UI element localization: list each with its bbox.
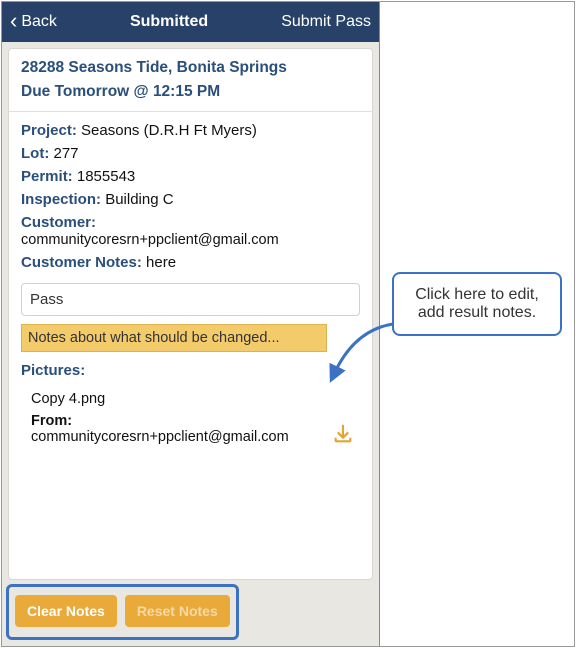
picture-item: Copy 4.png From: communitycoresrn+ppclie… xyxy=(21,385,360,447)
back-label: Back xyxy=(21,13,57,31)
picture-from-label: From: xyxy=(31,413,72,429)
inspection-label: Inspection: xyxy=(21,191,101,208)
page-title: Submitted xyxy=(130,13,208,31)
due-line: Due Tomorrow @ 12:15 PM xyxy=(21,83,360,101)
download-icon[interactable] xyxy=(332,423,354,449)
notes-buttons-group: Clear Notes Reset Notes xyxy=(6,584,239,640)
result-input[interactable] xyxy=(21,283,360,316)
permit-label: Permit: xyxy=(21,168,73,185)
chevron-left-icon: ‹ xyxy=(10,10,17,32)
picture-filename: Copy 4.png xyxy=(31,391,356,407)
customer-notes-value: here xyxy=(146,254,176,271)
picture-from-email: communitycoresrn+ppclient@gmail.com xyxy=(31,429,356,445)
customer-email: communitycoresrn+ppclient@gmail.com xyxy=(21,232,279,248)
result-notes-field[interactable]: Notes about what should be changed... xyxy=(21,324,327,352)
address-line: 28288 Seasons Tide, Bonita Springs xyxy=(21,59,360,77)
callout-line2: add result notes. xyxy=(404,304,550,322)
project-value: Seasons (D.R.H Ft Myers) xyxy=(81,122,257,139)
lot-label: Lot: xyxy=(21,145,49,162)
reset-notes-button[interactable]: Reset Notes xyxy=(125,595,230,627)
back-button[interactable]: ‹ Back xyxy=(10,12,57,32)
permit-value: 1855543 xyxy=(77,168,135,185)
clear-notes-button[interactable]: Clear Notes xyxy=(15,595,117,627)
customer-label: Customer: xyxy=(21,214,96,231)
submit-pass-button[interactable]: Submit Pass xyxy=(281,13,371,31)
inspection-value: Building C xyxy=(105,191,173,208)
project-label: Project: xyxy=(21,122,77,139)
lot-value: 277 xyxy=(54,145,79,162)
pictures-label: Pictures: xyxy=(21,362,85,379)
customer-notes-label: Customer Notes: xyxy=(21,254,142,271)
callout-box: Click here to edit, add result notes. xyxy=(392,272,562,336)
callout-line1: Click here to edit, xyxy=(404,286,550,304)
